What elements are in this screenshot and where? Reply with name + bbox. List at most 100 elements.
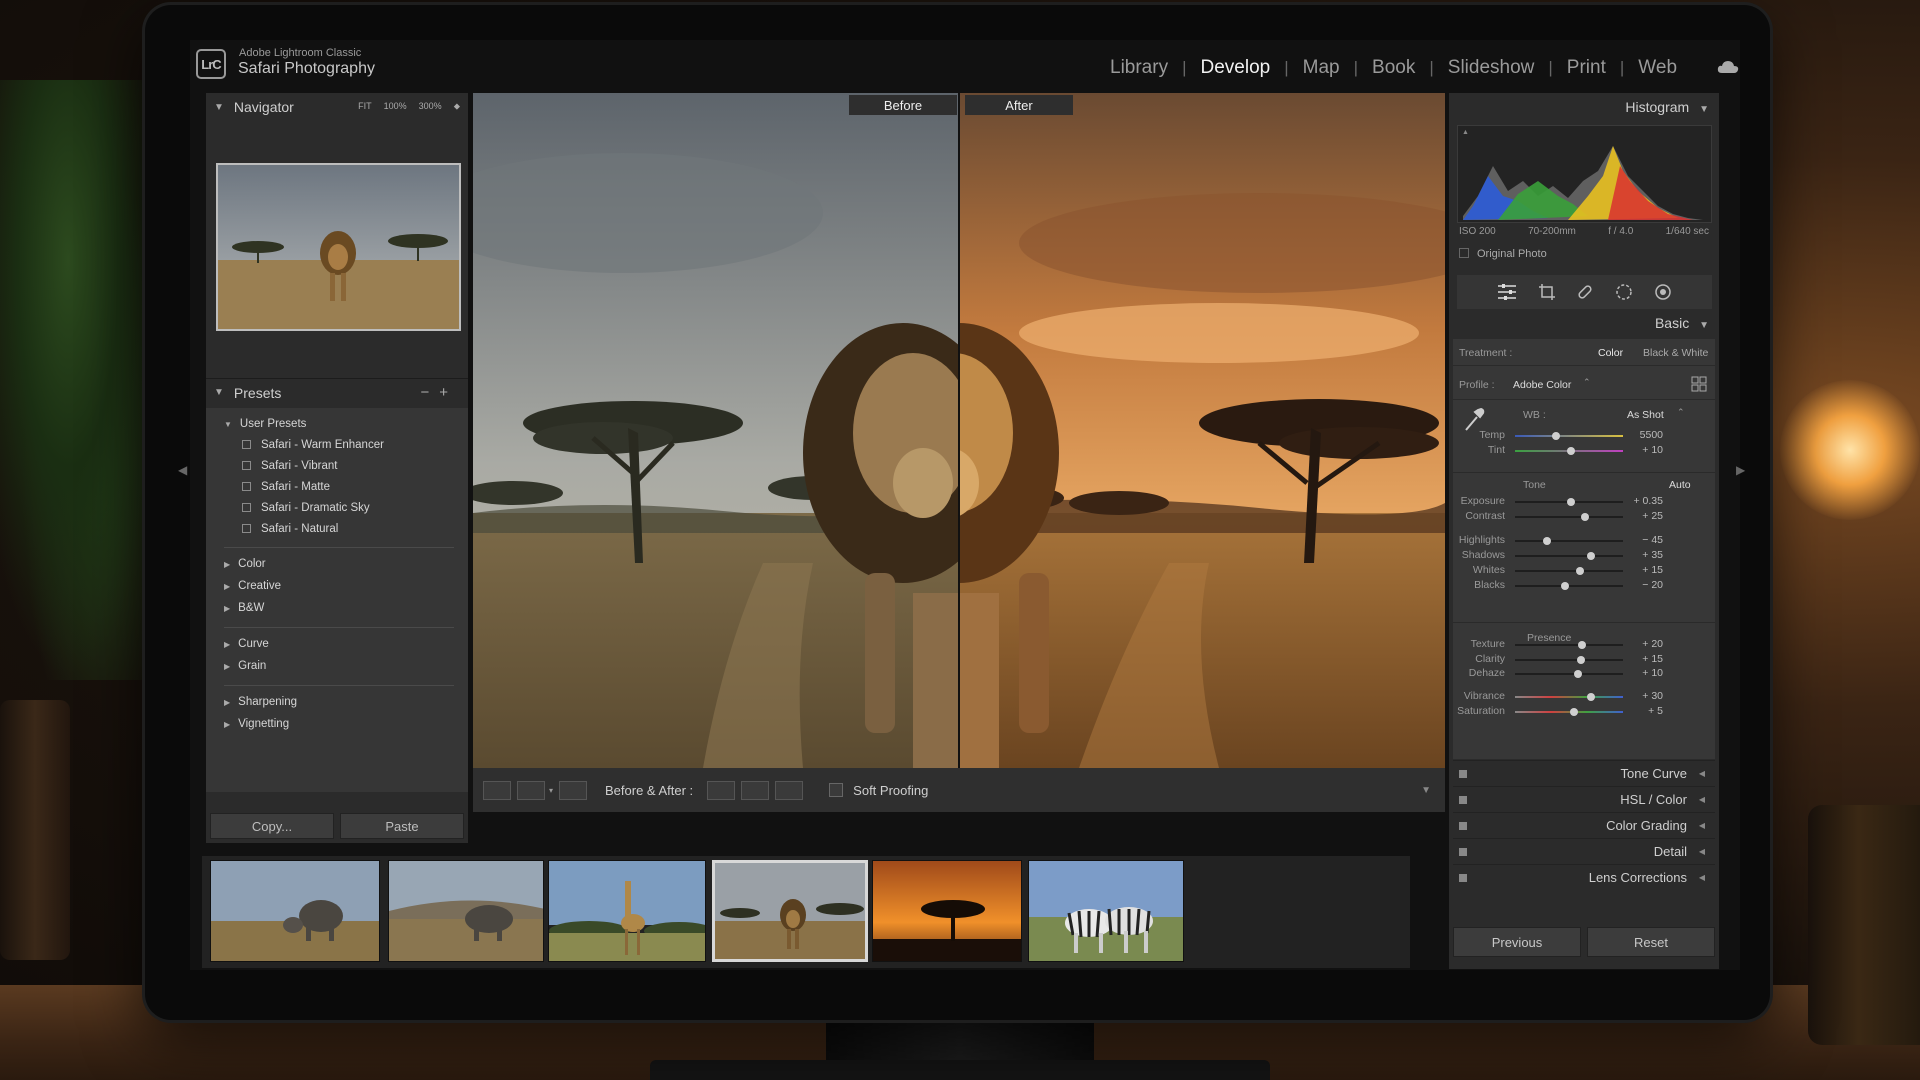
panel-color-grading[interactable]: Color Grading ◀ xyxy=(1453,812,1715,838)
slider-track[interactable] xyxy=(1515,432,1623,440)
preset-item[interactable]: Safari - Vibrant xyxy=(242,460,338,472)
slider-handle[interactable] xyxy=(1560,582,1569,590)
slider-track[interactable] xyxy=(1515,567,1623,575)
preset-group-grain[interactable]: ▶ Grain xyxy=(224,660,266,672)
filmstrip-thumb[interactable] xyxy=(548,860,706,962)
treatment-bw-option[interactable]: Black & White xyxy=(1643,347,1708,359)
preset-item[interactable]: Safari - Dramatic Sky xyxy=(242,502,370,514)
module-print[interactable]: Print xyxy=(1567,57,1606,79)
preset-group-sharpening[interactable]: ▶ Sharpening xyxy=(224,696,297,708)
slider-handle[interactable] xyxy=(1577,641,1586,649)
healing-brush-icon[interactable] xyxy=(1576,283,1594,301)
slider-value[interactable]: + 5 xyxy=(1629,705,1663,717)
navigator-preview[interactable] xyxy=(216,163,461,331)
copy-after-to-before-button[interactable] xyxy=(741,780,770,800)
slider-handle[interactable] xyxy=(1573,670,1582,678)
auto-tone-button[interactable]: Auto xyxy=(1669,479,1691,491)
module-web[interactable]: Web xyxy=(1638,57,1677,79)
copy-button[interactable]: Copy... xyxy=(210,813,334,839)
filmstrip-thumb[interactable] xyxy=(872,860,1022,962)
slider-value[interactable]: + 10 xyxy=(1629,667,1663,679)
slider-handle[interactable] xyxy=(1567,447,1576,455)
wb-select[interactable]: As Shot xyxy=(1627,409,1664,421)
histogram[interactable]: ▲ xyxy=(1457,125,1712,223)
wb-dropdown-icon[interactable]: ⌃ xyxy=(1677,407,1685,418)
zoom-100[interactable]: 100% xyxy=(384,101,407,112)
slider-value[interactable]: + 25 xyxy=(1629,510,1663,522)
panel-tone-curve[interactable]: Tone Curve ◀ xyxy=(1453,760,1715,786)
slider-handle[interactable] xyxy=(1570,708,1579,716)
slider-track[interactable] xyxy=(1515,552,1623,560)
module-library[interactable]: Library xyxy=(1110,57,1168,79)
copy-before-to-after-button[interactable] xyxy=(707,780,736,800)
slider-handle[interactable] xyxy=(1586,693,1595,701)
slider-value[interactable]: + 15 xyxy=(1629,653,1663,665)
paste-button[interactable]: Paste xyxy=(340,813,464,839)
preset-group-curve[interactable]: ▶ Curve xyxy=(224,638,269,650)
preset-group-color[interactable]: ▶ Color xyxy=(224,558,266,570)
zoom-300[interactable]: 300% xyxy=(419,101,442,112)
original-photo-checkbox[interactable] xyxy=(1459,248,1469,258)
shadow-clipping-icon[interactable]: ▲ xyxy=(1462,129,1469,136)
slider-track[interactable] xyxy=(1515,708,1623,716)
panel-hsl-color[interactable]: HSL / Color ◀ xyxy=(1453,786,1715,812)
preset-item[interactable]: Safari - Natural xyxy=(242,523,338,535)
masking-icon[interactable] xyxy=(1654,283,1672,301)
right-panel-toggle-icon[interactable]: ▶ xyxy=(1736,463,1745,477)
presets-header[interactable]: ▼ Presets −+ xyxy=(206,378,468,406)
presets-add-remove[interactable]: −+ xyxy=(420,384,458,401)
toolbar-menu-icon[interactable]: ▼ xyxy=(1421,785,1431,796)
filmstrip-thumb[interactable] xyxy=(210,860,380,962)
panel-detail[interactable]: Detail ◀ xyxy=(1453,838,1715,864)
swap-before-after-button[interactable] xyxy=(775,780,804,800)
slider-handle[interactable] xyxy=(1552,432,1561,440)
slider-track[interactable] xyxy=(1515,537,1623,545)
filmstrip-thumb[interactable] xyxy=(1028,860,1184,962)
before-image[interactable] xyxy=(473,93,959,768)
slider-track[interactable] xyxy=(1515,582,1623,590)
slider-value[interactable]: + 20 xyxy=(1629,638,1663,650)
filmstrip-thumb[interactable] xyxy=(388,860,544,962)
slider-value[interactable]: + 15 xyxy=(1629,564,1663,576)
slider-value[interactable]: 5500 xyxy=(1629,429,1663,441)
preset-group-bw[interactable]: ▶ B&W xyxy=(224,602,264,614)
cloud-icon[interactable] xyxy=(1717,60,1739,74)
slider-value[interactable]: + 10 xyxy=(1629,444,1663,456)
preset-item[interactable]: Safari - Matte xyxy=(242,481,330,493)
after-image[interactable] xyxy=(959,93,1445,768)
profile-select[interactable]: Adobe Color xyxy=(1513,379,1571,391)
panel-toggle-icon[interactable] xyxy=(1459,821,1467,830)
basic-header[interactable]: Basic ▼ xyxy=(1655,315,1709,331)
module-map[interactable]: Map xyxy=(1303,57,1340,79)
treatment-color-option[interactable]: Color xyxy=(1598,347,1623,359)
panel-toggle-icon[interactable] xyxy=(1459,873,1467,882)
module-develop[interactable]: Develop xyxy=(1201,57,1271,79)
ba-mode-button[interactable] xyxy=(559,780,588,800)
red-eye-icon[interactable] xyxy=(1615,283,1633,301)
slider-value[interactable]: + 35 xyxy=(1629,549,1663,561)
profile-browser-icon[interactable] xyxy=(1691,376,1707,392)
crop-icon[interactable] xyxy=(1538,283,1556,301)
previous-button[interactable]: Previous xyxy=(1453,927,1581,957)
slider-track[interactable] xyxy=(1515,693,1623,701)
original-photo-toggle[interactable]: Original Photo xyxy=(1459,248,1547,260)
panel-toggle-icon[interactable] xyxy=(1459,847,1467,856)
slider-value[interactable]: + 0.35 xyxy=(1629,495,1664,507)
panel-toggle-icon[interactable] xyxy=(1459,795,1467,804)
module-book[interactable]: Book xyxy=(1372,57,1415,79)
slider-track[interactable] xyxy=(1515,670,1623,678)
slider-handle[interactable] xyxy=(1576,656,1585,664)
slider-track[interactable] xyxy=(1515,656,1623,664)
layout-dropdown-icon[interactable]: ▾ xyxy=(549,786,553,795)
compare-layout-button[interactable] xyxy=(517,780,545,800)
preset-item[interactable]: Safari - Warm Enhancer xyxy=(242,439,384,451)
preset-group-user[interactable]: ▼ User Presets xyxy=(224,418,306,430)
slider-handle[interactable] xyxy=(1586,552,1595,560)
panel-toggle-icon[interactable] xyxy=(1459,769,1467,778)
module-slideshow[interactable]: Slideshow xyxy=(1448,57,1535,79)
soft-proofing-checkbox[interactable] xyxy=(829,783,844,797)
slider-value[interactable]: − 20 xyxy=(1629,579,1663,591)
slider-track[interactable] xyxy=(1515,513,1623,521)
slider-handle[interactable] xyxy=(1543,537,1552,545)
slider-track[interactable] xyxy=(1515,447,1623,455)
